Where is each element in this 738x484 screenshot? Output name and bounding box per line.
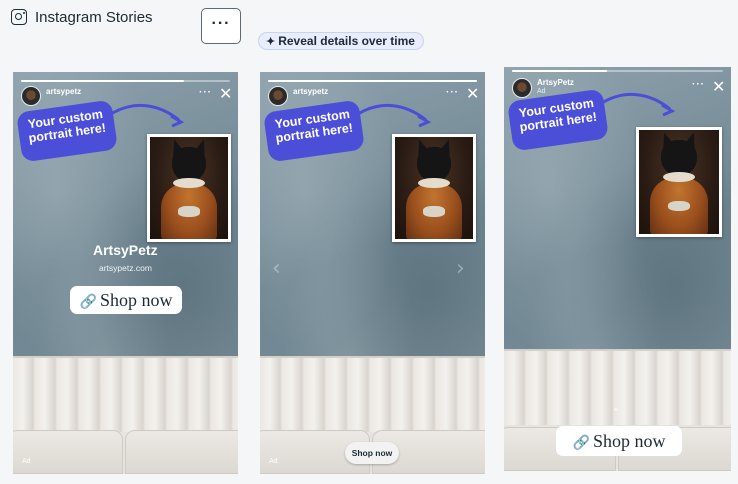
cta-label: Shop now: [592, 431, 666, 451]
more-icon[interactable]: ···: [199, 87, 212, 98]
sparkle-icon: ✦: [266, 36, 276, 48]
story-preview-1[interactable]: artsypetz ··· ✕ Your custom portrait her…: [13, 72, 238, 474]
brand-name: ArtsyPetz: [93, 242, 158, 258]
swipe-up-icon: ⌃: [612, 407, 620, 417]
progress-fill: [21, 80, 185, 82]
instagram-icon: [11, 9, 27, 25]
ad-label: Ad: [269, 458, 278, 465]
more-icon[interactable]: ···: [692, 79, 705, 90]
avatar[interactable]: [268, 86, 288, 106]
shop-now-button[interactable]: Shop now: [345, 442, 399, 464]
pet-portrait-image: [392, 134, 476, 242]
close-icon[interactable]: ✕: [219, 87, 232, 103]
sofa-image: [13, 356, 238, 474]
arrow-icon: [601, 92, 676, 117]
preview-header: Instagram Stories ··· ✦ Reveal details ov…: [0, 0, 738, 60]
account-handle[interactable]: artsypetz: [293, 87, 328, 96]
arrow-icon: [110, 103, 185, 128]
brand-domain: artsypetz.com: [99, 263, 152, 273]
pet-portrait-image: [147, 134, 231, 242]
reveal-details-label: Reveal details over time: [278, 34, 415, 48]
reveal-details-badge[interactable]: ✦ Reveal details over time: [258, 32, 424, 50]
story-progress-bar: [268, 80, 477, 82]
previous-chevron-icon[interactable]: ‹: [272, 256, 281, 281]
shop-now-button[interactable]: 🔗 Shop now: [556, 426, 682, 456]
link-icon: 🔗: [572, 435, 590, 451]
story-progress-bar: [512, 70, 723, 72]
story-preview-2[interactable]: artsypetz ··· ✕ Your custom portrait her…: [260, 72, 485, 474]
close-icon[interactable]: ✕: [712, 80, 725, 96]
progress-fill: [512, 70, 607, 72]
pet-portrait-image: [636, 127, 722, 237]
more-icon[interactable]: ···: [446, 87, 459, 98]
story-progress-bar: [21, 80, 230, 82]
arrow-icon: [357, 103, 432, 128]
account-handle[interactable]: ArtsyPetz: [537, 78, 574, 87]
avatar[interactable]: [512, 78, 532, 98]
story-preview-3[interactable]: ArtsyPetz Ad ··· ✕ Your custom portrait …: [504, 67, 731, 471]
placement-title: Instagram Stories: [35, 9, 153, 26]
close-icon[interactable]: ✕: [466, 87, 479, 103]
shop-now-button[interactable]: 🔗 Shop now: [70, 286, 182, 314]
ad-label: Ad: [22, 458, 31, 465]
cta-label: Shop now: [99, 290, 173, 310]
progress-fill: [268, 80, 477, 82]
sponsored-label: Ad: [537, 88, 546, 95]
more-options-button[interactable]: ···: [201, 8, 241, 44]
avatar[interactable]: [21, 86, 41, 106]
link-icon: 🔗: [79, 294, 97, 310]
next-chevron-icon[interactable]: ›: [456, 256, 465, 281]
account-handle[interactable]: artsypetz: [46, 87, 81, 96]
